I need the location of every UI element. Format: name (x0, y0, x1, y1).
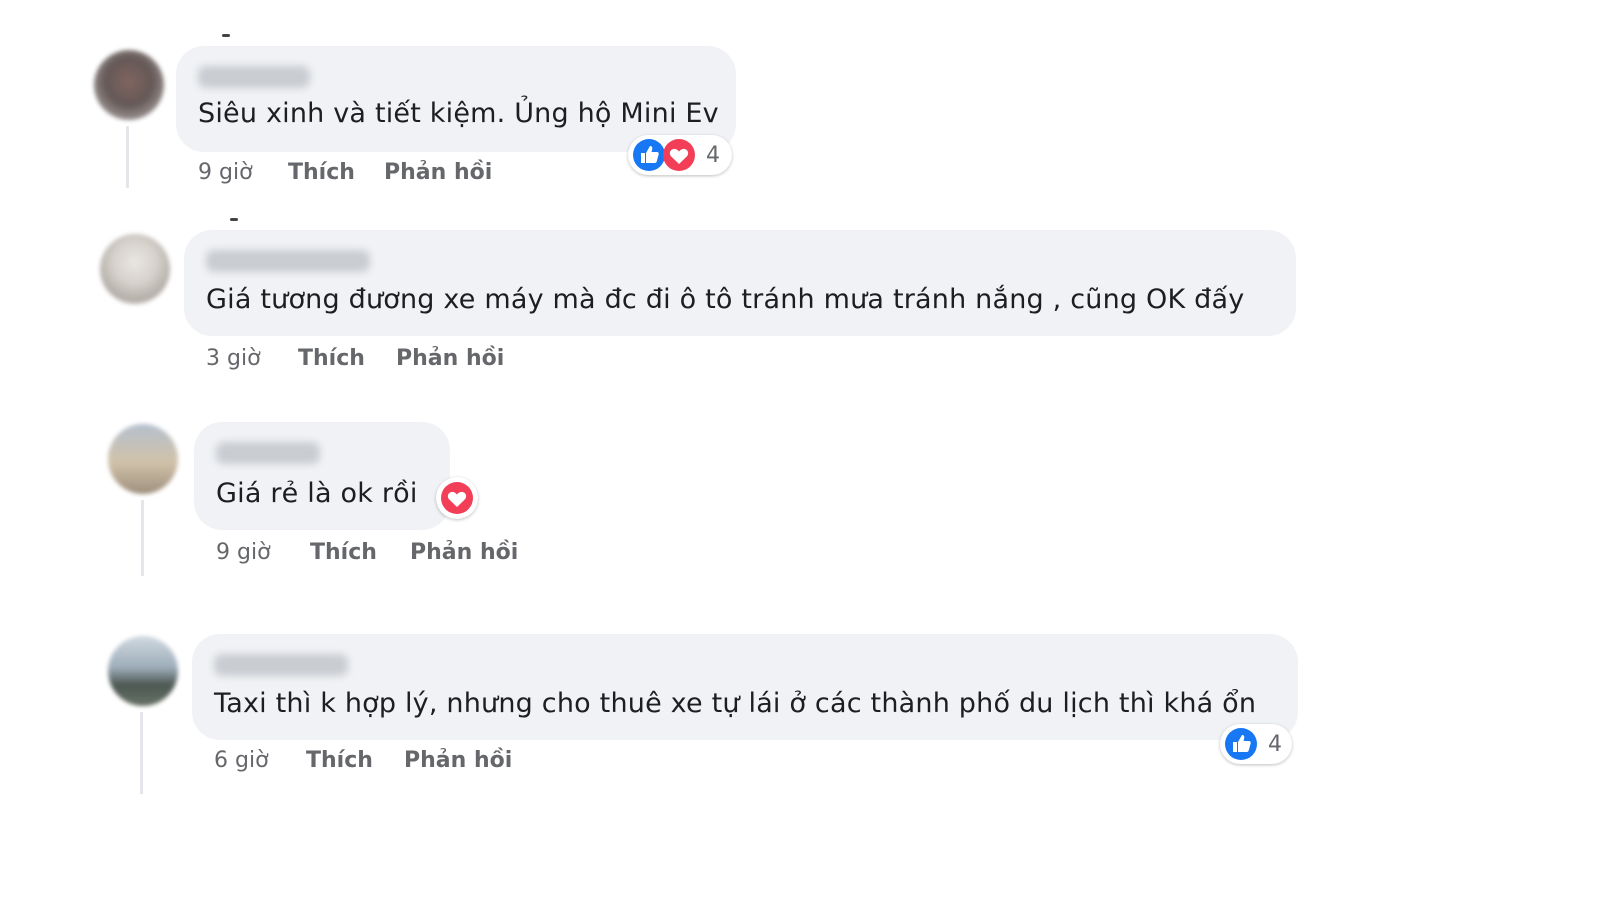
reaction-count: 4 (1268, 731, 1282, 757)
comment-text: Giá tương đương xe máy mà đc đi ô tô trá… (206, 284, 1245, 315)
avatar[interactable] (108, 636, 178, 706)
comment-bubble: Giá tương đương xe máy mà đc đi ô tô trá… (184, 230, 1296, 336)
timestamp[interactable]: 3 giờ (206, 346, 261, 371)
comment-text: Giá rẻ là ok rồi (216, 478, 418, 509)
author-name-blurred[interactable] (214, 654, 348, 676)
author-name-blurred[interactable] (216, 442, 320, 464)
avatar[interactable] (100, 234, 170, 304)
reply-button[interactable]: Phản hồi (384, 160, 492, 185)
timestamp[interactable]: 6 giờ (214, 748, 269, 773)
like-button[interactable]: Thích (298, 346, 365, 371)
like-button[interactable]: Thích (310, 540, 377, 565)
reaction-count: 4 (706, 142, 720, 168)
like-icon (1224, 727, 1258, 761)
comment-text: Taxi thì k hợp lý, nhưng cho thuê xe tự … (214, 688, 1257, 719)
separator-mark (222, 34, 230, 37)
love-icon (441, 482, 473, 514)
comment-bubble: Giá rẻ là ok rồi (194, 422, 450, 530)
author-name-blurred[interactable] (198, 66, 310, 88)
comment-text: Siêu xinh và tiết kiệm. Ủng hộ Mini Ev (198, 98, 719, 129)
thread-line (140, 712, 143, 794)
avatar[interactable] (94, 50, 164, 120)
separator-mark (230, 218, 238, 221)
reaction-summary[interactable]: 4 (628, 135, 732, 175)
like-icon (632, 138, 666, 172)
love-icon (662, 138, 696, 172)
reply-button[interactable]: Phản hồi (404, 748, 512, 773)
like-button[interactable]: Thích (288, 160, 355, 185)
timestamp[interactable]: 9 giờ (216, 540, 271, 565)
timestamp[interactable]: 9 giờ (198, 160, 253, 185)
comment-bubble: Taxi thì k hợp lý, nhưng cho thuê xe tự … (192, 634, 1298, 740)
reply-button[interactable]: Phản hồi (396, 346, 504, 371)
thread-line (126, 126, 129, 188)
avatar[interactable] (108, 424, 178, 494)
reaction-summary[interactable]: 4 (1220, 724, 1292, 764)
thread-line (141, 500, 144, 576)
love-reaction-badge[interactable] (436, 477, 478, 519)
like-button[interactable]: Thích (306, 748, 373, 773)
reply-button[interactable]: Phản hồi (410, 540, 518, 565)
author-name-blurred[interactable] (206, 250, 370, 272)
